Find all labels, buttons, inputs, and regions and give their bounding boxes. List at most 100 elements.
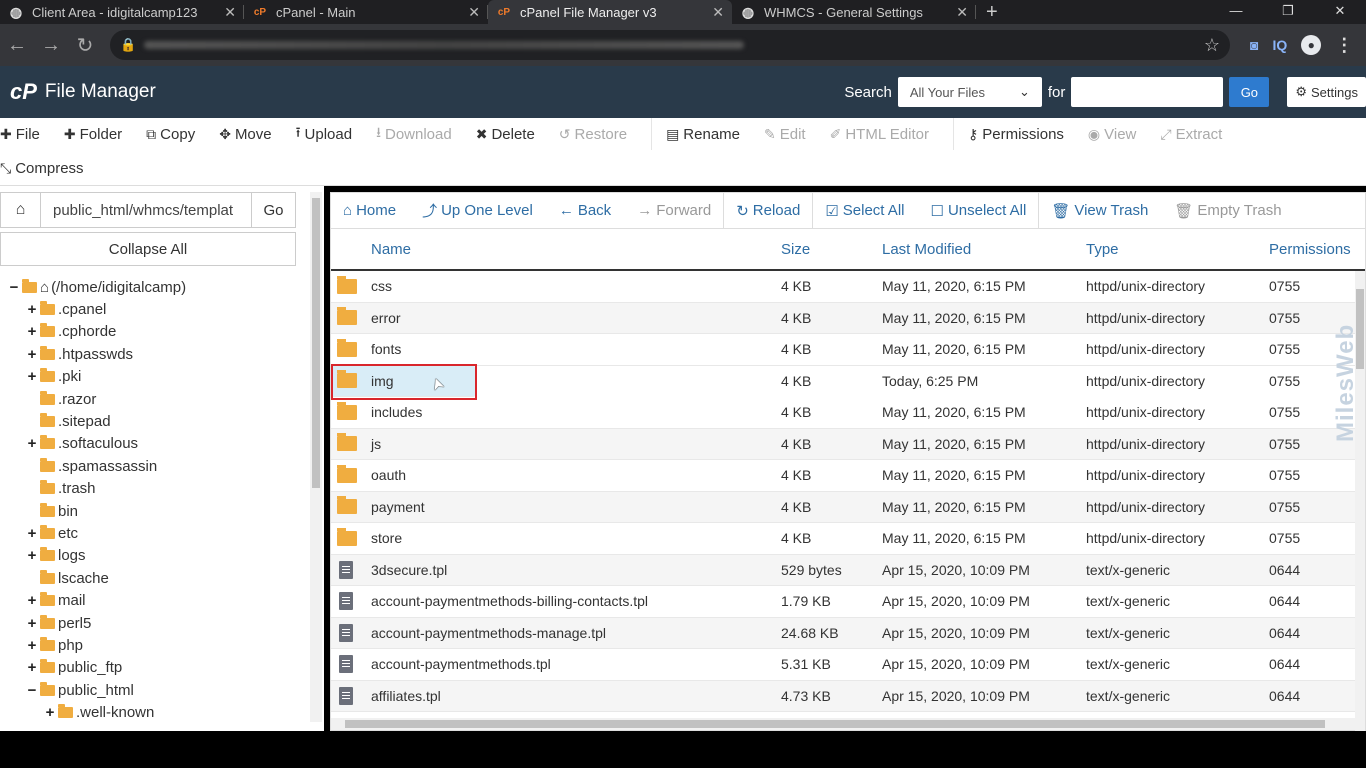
extension-camera-icon[interactable]: ◙	[1250, 37, 1258, 53]
nav-home-button[interactable]: ⌂ Home	[343, 202, 396, 219]
close-tab-icon[interactable]: ✕	[956, 4, 968, 21]
tree-node[interactable]: .trash	[0, 478, 310, 500]
toolbar-view-button[interactable]: ◉ View	[1088, 126, 1148, 143]
tree-node[interactable]: + mail	[0, 589, 310, 611]
tree-node[interactable]: + .htpasswds	[0, 343, 310, 365]
toolbar-restore-button[interactable]: ↺ Restore	[559, 126, 639, 143]
tree-node[interactable]: + .well-known	[0, 701, 310, 723]
column-header-type[interactable]: Type	[1086, 241, 1119, 258]
table-row[interactable]: affiliates.tpl 4.73 KB Apr 15, 2020, 10:09…	[331, 680, 1365, 712]
table-row[interactable]: fonts 4 KB May 11, 2020, 6:15 PM httpd/unix…	[331, 334, 1365, 366]
table-row[interactable]: error 4 KB May 11, 2020, 6:15 PM httpd/unix…	[331, 302, 1365, 334]
tree-node[interactable]: .spamassassin	[0, 455, 310, 477]
new-tab-button[interactable]: +	[976, 1, 1008, 24]
expand-icon[interactable]: +	[26, 323, 38, 340]
expand-icon[interactable]: +	[26, 301, 38, 318]
minimize-icon[interactable]: —	[1210, 0, 1262, 24]
table-row[interactable]: store 4 KB May 11, 2020, 6:15 PM httpd/unix…	[331, 523, 1365, 555]
table-row[interactable]: img 4 KB Today, 6:25 PM httpd/unix-director…	[331, 363, 1300, 400]
tree-node[interactable]: + .softaculous	[0, 433, 310, 455]
toolbar-html-editor-button[interactable]: ✐ HTML Editor	[830, 126, 941, 143]
column-header-name[interactable]: Name	[371, 241, 411, 258]
forward-arrow-icon[interactable]: →	[34, 34, 68, 57]
tree-node[interactable]: lscache	[0, 567, 310, 589]
toolbar-delete-button[interactable]: ✖ Delete	[476, 126, 547, 143]
tree-scrollbar[interactable]	[310, 192, 322, 722]
tree-node[interactable]: + perl5	[0, 612, 310, 634]
reload-icon[interactable]: ↻	[68, 33, 102, 58]
table-row[interactable]: 3dsecure.tpl 529 bytes Apr 15, 2020, 10:09…	[331, 554, 1365, 586]
column-header-last-modified[interactable]: Last Modified	[882, 241, 971, 258]
close-tab-icon[interactable]: ✕	[712, 4, 724, 21]
tree-node[interactable]: − ⌂ (/home/idigitalcamp)	[0, 276, 310, 298]
search-input[interactable]	[1071, 77, 1224, 107]
table-row[interactable]: account-paymentmethods.tpl 5.31 KB Apr 15,…	[331, 649, 1365, 681]
browser-menu-icon[interactable]: ⋮	[1335, 35, 1353, 56]
search-go-button[interactable]: Go	[1229, 77, 1270, 107]
toolbar-copy-button[interactable]: ⧉ Copy	[146, 126, 207, 143]
nav-forward-button[interactable]: → Forward	[637, 202, 711, 219]
collapse-all-button[interactable]: Collapse All	[0, 232, 296, 266]
column-header-size[interactable]: Size	[781, 241, 810, 258]
close-window-icon[interactable]: ✕	[1314, 0, 1366, 24]
tree-node[interactable]: bin	[0, 500, 310, 522]
column-header-permissions[interactable]: Permissions	[1269, 241, 1351, 258]
nav-up-one-level-button[interactable]: ⤴ Up One Level	[422, 200, 533, 221]
expand-icon[interactable]: +	[26, 368, 38, 385]
browser-tab[interactable]: cP cPanel - Main ✕	[244, 0, 488, 24]
expand-icon[interactable]: +	[26, 637, 38, 654]
tree-node[interactable]: + etc	[0, 522, 310, 544]
back-arrow-icon[interactable]: ←	[0, 34, 34, 57]
toolbar-upload-button[interactable]: ⭱ Upload	[296, 122, 364, 146]
path-go-button[interactable]: Go	[251, 193, 295, 227]
search-scope-select[interactable]: All Your Files ⌄	[897, 77, 1042, 107]
horizontal-scrollbar[interactable]	[331, 718, 1355, 730]
close-tab-icon[interactable]: ✕	[224, 4, 236, 21]
browser-tab[interactable]: ◍ WHMCS - General Settings ✕	[732, 0, 976, 24]
tree-node[interactable]: + .cpanel	[0, 298, 310, 320]
table-row[interactable]: includes 4 KB May 11, 2020, 6:15 PM httpd/u…	[331, 397, 1365, 429]
toolbar-compress-button[interactable]: ⤡ Compress	[0, 160, 96, 177]
home-icon[interactable]: ⌂	[1, 193, 41, 227]
toolbar-edit-button[interactable]: ✎ Edit	[764, 126, 818, 143]
path-input[interactable]: public_html/whmcs/templat	[41, 193, 251, 227]
expand-icon[interactable]: +	[26, 659, 38, 676]
extension-iq-icon[interactable]: IQ	[1272, 37, 1287, 53]
bookmark-star-icon[interactable]: ☆	[1204, 35, 1220, 56]
toolbar-file-button[interactable]: ✚ File	[0, 126, 52, 143]
nav-empty-trash-button[interactable]: 🗑 Empty Trash	[1174, 202, 1281, 220]
nav-reload-button[interactable]: ↻ Reload	[736, 202, 800, 220]
expand-icon[interactable]: +	[26, 525, 38, 542]
cpanel-logo[interactable]: cP File Manager	[10, 79, 156, 105]
restore-icon[interactable]: ❐	[1262, 0, 1314, 24]
nav-view-trash-button[interactable]: 🗑 View Trash	[1051, 202, 1148, 220]
tree-node[interactable]: .sitepad	[0, 410, 310, 432]
table-row[interactable]: js 4 KB May 11, 2020, 6:15 PM httpd/unix-di…	[331, 428, 1365, 460]
toolbar-permissions-button[interactable]: ⚷ Permissions	[968, 126, 1076, 143]
settings-button[interactable]: ⚙ Settings	[1287, 77, 1366, 107]
table-row[interactable]: payment 4 KB May 11, 2020, 6:15 PM httpd/un…	[331, 491, 1365, 523]
toolbar-extract-button[interactable]: ⤢ Extract	[1160, 126, 1234, 143]
toolbar-folder-button[interactable]: ✚ Folder	[64, 126, 134, 143]
url-input[interactable]: 🔒 ☆	[110, 30, 1230, 60]
expand-icon[interactable]: +	[26, 547, 38, 564]
tree-node[interactable]: + public_ftp	[0, 657, 310, 679]
tree-node[interactable]: + php	[0, 634, 310, 656]
close-tab-icon[interactable]: ✕	[468, 4, 480, 21]
profile-avatar-icon[interactable]: ●	[1301, 35, 1322, 55]
browser-tab[interactable]: ◍ Client Area - idigitalcamp123 ✕	[0, 0, 244, 24]
toolbar-rename-button[interactable]: ▤ Rename	[666, 126, 752, 143]
expand-icon[interactable]: +	[26, 615, 38, 632]
tree-node[interactable]: + .cphorde	[0, 321, 310, 343]
collapse-icon[interactable]: −	[26, 682, 38, 699]
expand-icon[interactable]: +	[26, 435, 38, 452]
nav-back-button[interactable]: ← Back	[559, 202, 611, 219]
expand-icon[interactable]: +	[26, 592, 38, 609]
toolbar-download-button[interactable]: ⭳ Download	[376, 122, 464, 146]
table-row[interactable]: css 4 KB May 11, 2020, 6:15 PM httpd/unix-d…	[331, 271, 1365, 303]
nav-unselect-all-button[interactable]: ☐ Unselect All	[930, 202, 1026, 220]
table-row[interactable]: account-paymentmethods-manage.tpl 24.68 K…	[331, 617, 1365, 649]
expand-icon[interactable]: +	[44, 704, 56, 721]
tree-node[interactable]: + .pki	[0, 366, 310, 388]
collapse-icon[interactable]: −	[8, 279, 20, 296]
